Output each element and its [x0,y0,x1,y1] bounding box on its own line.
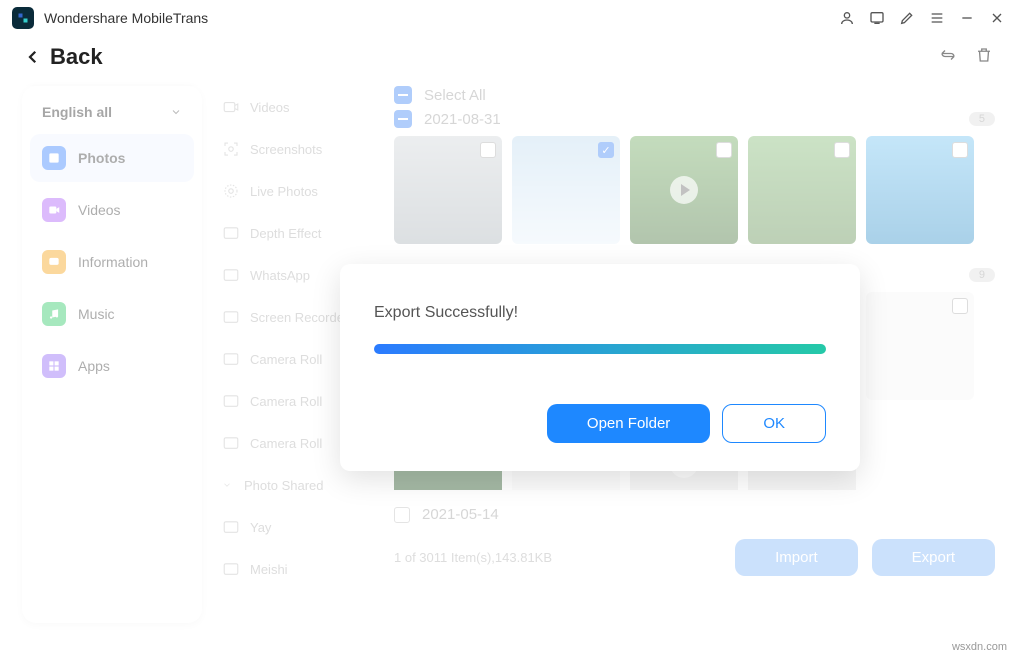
edit-icon[interactable] [899,10,915,26]
header: Back [0,36,1017,86]
app-title: Wondershare MobileTrans [44,10,208,26]
account-icon[interactable] [839,10,855,26]
back-button[interactable]: Back [24,44,103,70]
export-success-modal: Export Successfully! Open Folder OK [340,264,860,471]
progress-bar [374,344,826,354]
menu-icon[interactable] [929,10,945,26]
watermark: wsxdn.com [952,641,1007,653]
titlebar: Wondershare MobileTrans [0,0,1017,36]
feedback-icon[interactable] [869,10,885,26]
ok-button[interactable]: OK [722,404,826,443]
back-label: Back [50,44,103,70]
refresh-icon[interactable] [939,46,957,69]
minimize-icon[interactable] [959,10,975,26]
open-folder-button[interactable]: Open Folder [547,404,710,443]
close-icon[interactable] [989,10,1005,26]
delete-icon[interactable] [975,46,993,69]
modal-title: Export Successfully! [374,304,826,322]
app-logo [12,7,34,29]
